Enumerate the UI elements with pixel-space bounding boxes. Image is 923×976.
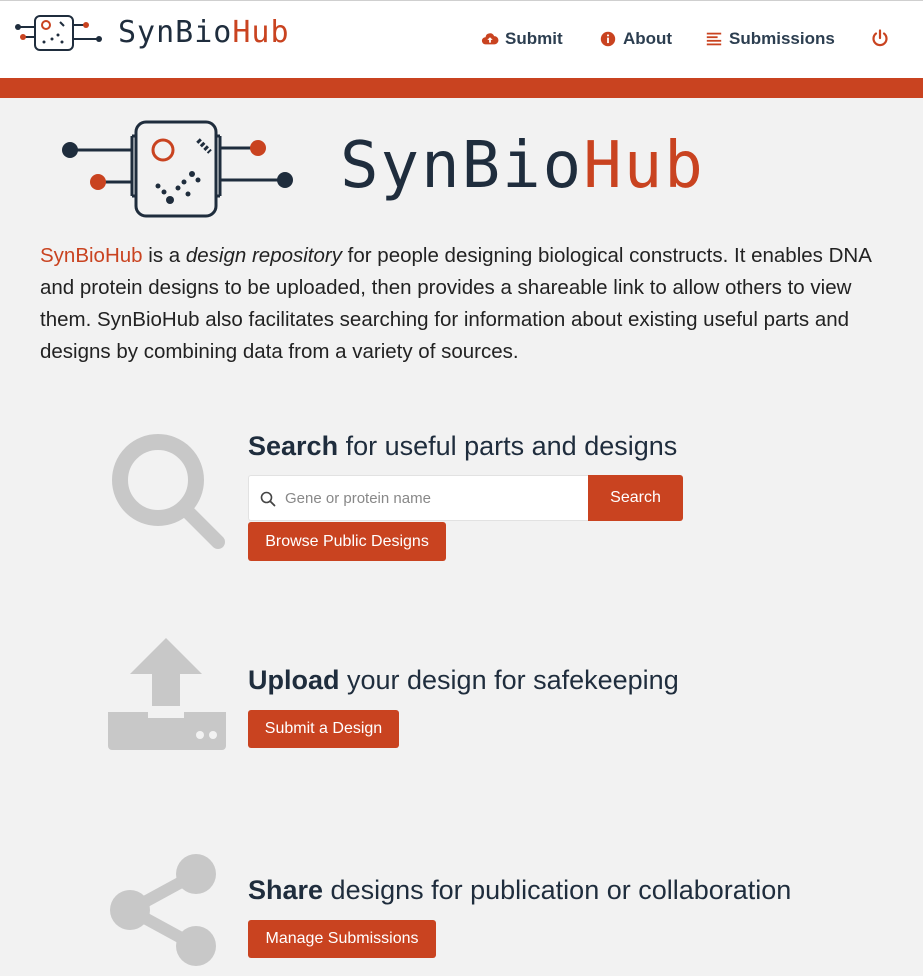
brand-part2: Hub: [232, 15, 290, 50]
upload-heading-bold: Upload: [248, 665, 340, 695]
nav-submit-link[interactable]: Submit: [481, 27, 563, 51]
share-heading-rest: designs for publication or collaboration: [323, 875, 792, 905]
brand-part1: SynBio: [118, 15, 233, 50]
cloud-upload-icon: [481, 33, 499, 45]
submit-design-button[interactable]: Submit a Design: [248, 710, 399, 748]
intro-brand: SynBioHub: [40, 244, 143, 267]
search-heading-rest: for useful parts and designs: [338, 431, 678, 461]
nav-about-link[interactable]: About: [599, 27, 672, 51]
share-section-heading: Share designs for publication or collabo…: [248, 875, 791, 906]
search-input-wrapper: [248, 475, 588, 521]
intro-emphasis: design repository: [185, 244, 342, 267]
upload-heading-rest: your design for safekeeping: [339, 665, 679, 695]
search-form: Search: [248, 475, 683, 521]
nav-about-label: About: [623, 29, 673, 48]
hero-brand-name: SynBioHub: [340, 126, 705, 206]
nav-submissions-label: Submissions: [729, 29, 835, 48]
search-section-heading: Search for useful parts and designs: [248, 431, 677, 462]
list-icon: [706, 32, 722, 46]
manage-submissions-button[interactable]: Manage Submissions: [248, 920, 436, 958]
share-heading-bold: Share: [248, 875, 324, 905]
intro-paragraph: SynBioHub is a design repository for peo…: [40, 240, 890, 368]
search-input[interactable]: [285, 476, 585, 520]
hero-brand-part2: Hub: [583, 129, 705, 203]
nav-submissions-link[interactable]: Submissions: [705, 27, 835, 51]
synbiohub-hero-logo-icon: [62, 120, 293, 218]
info-icon: [600, 31, 616, 47]
search-icon: [260, 491, 276, 507]
intro-text-before: is a: [142, 244, 186, 267]
nav-submit-label: Submit: [505, 29, 563, 48]
power-icon[interactable]: [870, 28, 890, 48]
upload-large-icon: [108, 638, 226, 750]
search-large-icon: [112, 434, 225, 549]
nav-brand-name[interactable]: SynBioHub: [118, 13, 290, 53]
top-navbar: SynBioHub Submit About Submissions: [0, 0, 923, 78]
accent-bar: [0, 78, 923, 98]
synbiohub-logo-icon[interactable]: [14, 13, 104, 53]
search-heading-bold: Search: [248, 431, 339, 461]
search-button[interactable]: Search: [588, 475, 683, 521]
upload-section-heading: Upload your design for safekeeping: [248, 665, 679, 696]
browse-public-designs-button[interactable]: Browse Public Designs: [248, 522, 446, 561]
share-large-icon: [110, 854, 216, 966]
hero-brand-part1: SynBio: [340, 129, 584, 203]
